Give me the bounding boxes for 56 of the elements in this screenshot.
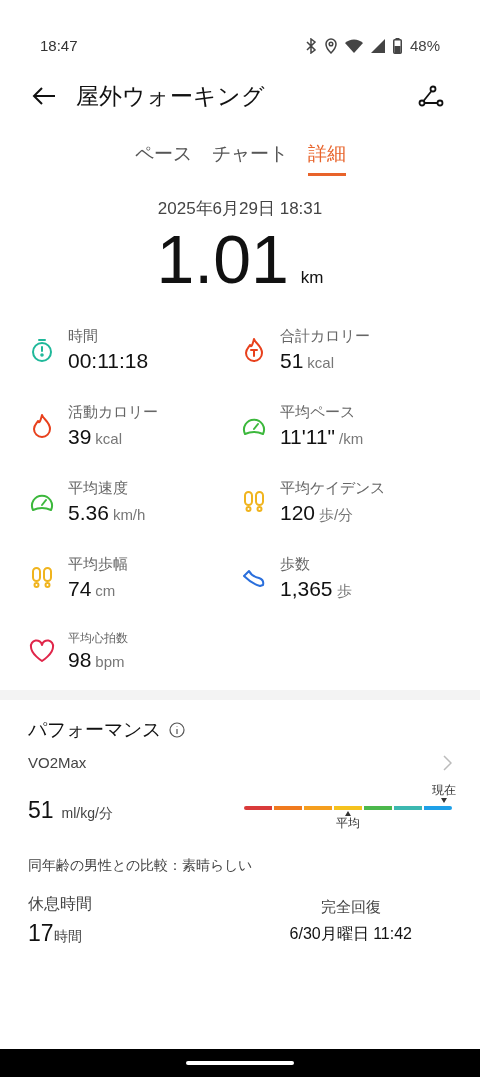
metric-unit: 歩/分 [319, 504, 354, 525]
metric-value: 39 [68, 423, 92, 450]
metric-value: 1,365 [280, 575, 333, 602]
tab[interactable]: チャート [211, 140, 288, 176]
rest-value: 17 [28, 918, 54, 948]
metric-unit: bpm [95, 652, 125, 672]
vo2max-unit: ml/kg/分 [61, 804, 113, 824]
home-handle[interactable] [186, 1061, 294, 1065]
page-title: 屋外ウォーキング [76, 81, 266, 111]
metric-value: 11'11" [280, 423, 336, 450]
metric-value: 51 [280, 347, 304, 374]
distance-unit: km [300, 267, 324, 289]
recovery-time: 6/30月曜日 11:42 [289, 924, 412, 944]
current-label: 現在 [432, 782, 456, 798]
metric-unit: kcal [307, 352, 335, 373]
metric-value: 00:11:18 [68, 347, 149, 374]
metric-value: 98 [68, 647, 92, 673]
battery-icon [392, 38, 402, 54]
info-icon[interactable] [169, 721, 185, 738]
metric-name: VO2Max [28, 753, 87, 773]
vo2max-value: 51 [28, 796, 54, 826]
rest-label: 休息時間 [28, 893, 92, 914]
wifi-icon [344, 39, 363, 53]
metric-value: 5.36 [68, 499, 109, 526]
metric-unit: /km [339, 428, 364, 449]
comparison-text: 同年齢の男性との比較：素晴らしい [28, 855, 253, 875]
metric-value: 74 [68, 575, 92, 602]
tab[interactable]: ペース [134, 140, 192, 176]
bluetooth-icon [304, 38, 317, 54]
metric-label: 活動カロリー [68, 402, 158, 422]
metric-label: 平均速度 [68, 478, 129, 498]
metric-unit: 歩 [336, 580, 352, 601]
metric-label: 平均心拍数 [68, 630, 128, 647]
metric-label: 時間 [68, 326, 99, 347]
metric-label: 平均ケイデンス [280, 478, 385, 498]
rest-unit: 時間 [53, 927, 82, 946]
metric-unit: kcal [95, 428, 123, 449]
metric-label: 平均歩幅 [68, 554, 128, 574]
signal-icon [370, 39, 385, 53]
distance-value: 1.01 [156, 225, 289, 293]
metric-label: 合計カロリー [280, 326, 370, 346]
metric-unit: cm [95, 580, 116, 601]
back-arrow-icon [32, 86, 56, 106]
metric-label: 平均ペース [280, 402, 356, 422]
workout-datetime: 2025年6月29日 18:31 [157, 197, 323, 220]
recovery-label: 完全回復 [320, 896, 381, 917]
average-label: 平均 [336, 815, 360, 831]
current-marker-icon [441, 797, 447, 803]
battery-percent: 48% [409, 35, 440, 56]
route-icon [418, 85, 444, 107]
location-icon [324, 38, 337, 54]
metric-label: 歩数 [280, 554, 311, 574]
metric-unit: km/h [112, 504, 146, 525]
status-time: 18:47 [40, 35, 78, 56]
section-title: パフォーマンス [28, 717, 161, 742]
metric-value: 120 [280, 499, 316, 526]
